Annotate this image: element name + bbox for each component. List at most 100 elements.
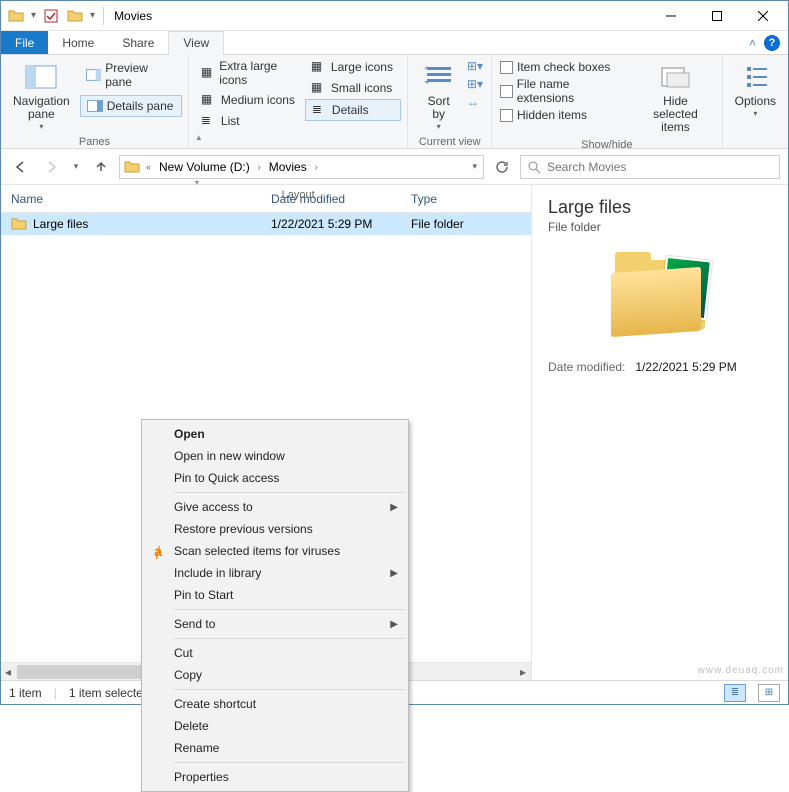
layout-scroll-up-icon[interactable]: ▲ <box>195 133 203 142</box>
view-details-button[interactable]: ≣ <box>724 684 746 702</box>
folder-icon <box>124 160 140 174</box>
menu-restore-versions[interactable]: Restore previous versions <box>144 518 406 540</box>
preview-pane-label: Preview pane <box>105 61 176 89</box>
menu-create-shortcut[interactable]: Create shortcut <box>144 693 406 715</box>
details-title: Large files <box>548 197 772 218</box>
quick-access-toolbar: ▾ ▾ <box>3 5 97 27</box>
menu-properties[interactable]: Properties <box>144 766 406 788</box>
submenu-arrow-icon: ▶ <box>390 619 398 630</box>
titlebar: ▾ ▾ Movies <box>1 1 788 31</box>
ribbon-collapse-icon[interactable]: ˄ <box>749 36 756 50</box>
submenu-arrow-icon: ▶ <box>390 502 398 513</box>
ribbon: Navigation pane ▾ Preview pane Details p… <box>1 55 788 149</box>
refresh-button[interactable] <box>490 155 514 179</box>
minimize-button[interactable] <box>648 2 694 30</box>
menu-pin-quick-access[interactable]: Pin to Quick access <box>144 467 406 489</box>
content-area: Name Date modified Type Large files 1/22… <box>1 185 788 680</box>
sort-by-button[interactable]: Sort by ▾ <box>414 57 462 136</box>
tab-file[interactable]: File <box>1 31 48 54</box>
layout-list[interactable]: ≣List <box>195 111 305 131</box>
watermark: www.deuaq.com <box>698 665 784 676</box>
hide-selected-label: Hide selected items <box>641 95 709 135</box>
search-placeholder: Search Movies <box>547 160 626 174</box>
forward-button[interactable] <box>39 155 63 179</box>
search-input[interactable]: Search Movies <box>520 155 780 179</box>
new-folder-icon[interactable] <box>64 5 86 27</box>
view-thumbnails-button[interactable]: ⊞ <box>758 684 780 702</box>
search-icon <box>527 160 541 174</box>
row-date: 1/22/2021 5:29 PM <box>271 217 372 231</box>
avast-icon: ⱥ <box>150 543 166 559</box>
menu-delete[interactable]: Delete <box>144 715 406 737</box>
checkbox-hidden-items[interactable]: Hidden items <box>498 107 629 123</box>
address-bar[interactable]: « New Volume (D:) › Movies › ▾ <box>119 155 484 179</box>
group-by-icon[interactable]: ⊞▾ <box>467 59 483 73</box>
layout-details[interactable]: ≣Details <box>305 99 401 121</box>
size-columns-icon[interactable]: ↔ <box>467 95 483 109</box>
chevron-down-icon: ▾ <box>437 123 441 132</box>
folder-preview <box>605 252 715 342</box>
checkbox-file-extensions[interactable]: File name extensions <box>498 76 629 106</box>
maximize-button[interactable] <box>694 2 740 30</box>
status-item-count: 1 item <box>9 686 42 700</box>
menu-give-access[interactable]: Give access to▶ <box>144 496 406 518</box>
navigation-pane-label: Navigation pane <box>13 95 70 121</box>
back-button[interactable] <box>9 155 33 179</box>
ribbon-group-layout: ▦Extra large icons ▦Medium icons ≣List ▦… <box>189 55 409 148</box>
details-date-value: 1/22/2021 5:29 PM <box>635 360 736 374</box>
navigation-pane-button[interactable]: Navigation pane ▾ <box>7 57 76 136</box>
details-kind: File folder <box>548 220 772 234</box>
checkbox-item-checkboxes[interactable]: Item check boxes <box>498 59 629 75</box>
menu-copy[interactable]: Copy <box>144 664 406 686</box>
qat-dropdown-icon[interactable]: ▾ <box>29 10 38 21</box>
address-dropdown-icon[interactable]: ▾ <box>470 161 479 172</box>
close-button[interactable] <box>740 2 786 30</box>
layout-medium[interactable]: ▦Medium icons <box>195 90 305 110</box>
column-headers: Name Date modified Type <box>1 185 531 213</box>
menu-pin-start[interactable]: Pin to Start <box>144 584 406 606</box>
qat-customize-icon[interactable]: ▾ <box>88 10 97 21</box>
tab-share[interactable]: Share <box>108 31 168 54</box>
layout-small[interactable]: ▦Small icons <box>305 78 401 98</box>
chevron-right-icon[interactable]: › <box>256 162 263 172</box>
column-date[interactable]: Date modified <box>261 192 401 206</box>
add-columns-icon[interactable]: ⊞▾ <box>467 77 483 91</box>
preview-pane-button[interactable]: Preview pane <box>80 59 182 91</box>
sort-by-label: Sort by <box>420 95 456 121</box>
breadcrumb-segment[interactable]: New Volume (D:) <box>157 160 252 174</box>
layout-extra-large[interactable]: ▦Extra large icons <box>195 57 305 89</box>
menu-cut[interactable]: Cut <box>144 642 406 664</box>
chevron-left-icon[interactable]: « <box>144 162 153 172</box>
menu-open-new-window[interactable]: Open in new window <box>144 445 406 467</box>
group-label-options <box>729 134 782 148</box>
table-row[interactable]: Large files 1/22/2021 5:29 PM File folde… <box>1 213 531 235</box>
tab-view[interactable]: View <box>168 31 224 55</box>
breadcrumb-segment[interactable]: Movies <box>267 160 309 174</box>
chevron-down-icon: ▾ <box>39 123 43 132</box>
recent-locations-button[interactable]: ▾ <box>69 155 83 179</box>
group-label-currentview: Current view <box>414 136 485 150</box>
group-label-panes: Panes <box>7 136 182 150</box>
options-button[interactable]: Options ▾ <box>729 57 782 123</box>
menu-send-to[interactable]: Send to▶ <box>144 613 406 635</box>
menu-include-library[interactable]: Include in library▶ <box>144 562 406 584</box>
up-button[interactable] <box>89 155 113 179</box>
tab-home[interactable]: Home <box>48 31 108 54</box>
ribbon-tabs: File Home Share View ˄ ? <box>1 31 788 55</box>
layout-large[interactable]: ▦Large icons <box>305 57 401 77</box>
column-name[interactable]: Name <box>1 192 261 206</box>
menu-scan-viruses[interactable]: ⱥScan selected items for viruses <box>144 540 406 562</box>
help-icon[interactable]: ? <box>764 35 780 51</box>
hide-selected-button[interactable]: Hide selected items <box>635 57 715 139</box>
menu-rename[interactable]: Rename <box>144 737 406 759</box>
details-pane-label: Details pane <box>107 99 174 113</box>
column-type[interactable]: Type <box>401 192 501 206</box>
folder-icon[interactable] <box>5 5 27 27</box>
status-selected-count: 1 item selected <box>69 686 150 700</box>
properties-icon[interactable] <box>40 5 62 27</box>
menu-open[interactable]: Open <box>144 423 406 445</box>
details-pane-button[interactable]: Details pane <box>80 95 182 117</box>
separator <box>103 7 104 25</box>
row-name: Large files <box>33 217 88 231</box>
chevron-right-icon[interactable]: › <box>313 162 320 172</box>
